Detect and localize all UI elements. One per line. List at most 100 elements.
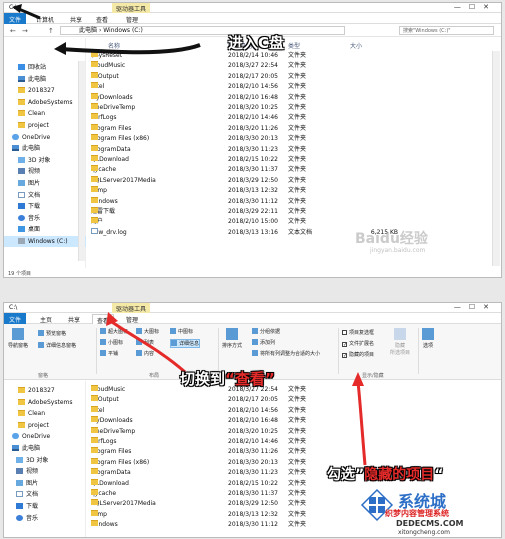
music-icon [18,214,25,221]
folder-icon [91,134,98,141]
sidebar-item[interactable]: 回收站 [4,62,86,73]
sidebar-item-label: 此电脑 [22,145,41,153]
table-row[interactable]: CloudMusic 2018/3/27 22:54 文件夹 [88,61,488,71]
table-row[interactable]: SQLServer2017Media 2018/3/29 12:50 文件夹 [88,175,488,186]
annotation-switch-text: 切换到 [180,370,226,388]
sidebar-item[interactable]: Windows (C:) [4,236,86,247]
document-icon [18,191,25,198]
folder-icon [91,92,98,99]
pc-icon [18,75,25,82]
file-date: 2018/3/30 11:37 [228,166,278,174]
sidebar-item-label: 3D 对象 [28,156,51,164]
file-date: 2018/2/15 10:22 [228,156,278,163]
table-row[interactable]: qycache 2018/3/30 11:37 文件夹 [88,165,488,175]
sidebar-item[interactable]: 视频 [4,166,86,177]
row-name-cell: Windows [91,196,118,207]
file-date: 2018/2/17 20:05 [228,72,278,80]
table-row[interactable]: Temp 2018/3/13 12:32 文件夹 [88,186,488,196]
file-type: 文本文档 [288,228,313,236]
sidebar-item-label: 桌面 [28,226,41,234]
sidebar-item-label: project [28,122,49,129]
table-row[interactable]: Program Files (x86) 2018/3/30 20:13 文件夹 [88,134,488,144]
table-row[interactable]: Intel 2018/2/10 14:56 文件夹 [88,82,488,92]
table-row[interactable]: MyDownloads 2018/2/10 16:48 文件夹 [88,92,488,103]
row-name-cell: FFOutput [91,71,119,82]
file-type: 文件夹 [288,83,307,91]
folder-icon [18,110,25,117]
sidebar-item[interactable]: 此电脑 [4,143,86,154]
file-date: 2018/3/13 12:32 [228,187,278,195]
sidebar-item[interactable]: 2018327 [4,85,86,96]
table-row[interactable]: OneDriveTemp 2018/3/20 10:25 文件夹 [88,103,488,113]
row-name-cell: Intel [91,82,104,92]
3d-objects-icon [18,156,25,163]
file-date: 2018/3/20 11:26 [228,124,278,132]
file-name: SQLServer2017Media [91,176,156,184]
sidebar-item[interactable]: AdobeSystems [4,97,86,108]
file-type: 文件夹 [288,104,307,111]
dedecms-url-watermark: DEDECMS.COM [396,519,464,528]
file-type: 文件夹 [288,72,307,80]
sidebar-item-label: 此电脑 [28,75,47,83]
file-type: 文件夹 [288,156,307,163]
file-date: 2018/3/20 10:25 [228,104,278,111]
content-scrollbar[interactable] [492,51,500,266]
row-name-cell: SQLServer2017Media [91,175,156,186]
folder-icon [91,113,98,120]
file-type: 文件夹 [288,124,307,132]
pc-icon [12,145,19,152]
sidebar-item[interactable]: project [4,120,86,131]
table-row[interactable]: 用户 2018/2/10 15:00 文件夹 [88,217,488,227]
file-type: 文件夹 [288,114,307,122]
row-name-cell: ProgramData [91,144,131,155]
table-row[interactable]: aow_drv.log 2018/3/13 13:16 文本文档 6,215 KB [88,227,488,238]
folder-icon [91,71,98,78]
table-row[interactable]: 迅雷下载 2018/3/29 22:11 文件夹 [88,207,488,217]
sidebar-item[interactable]: 下载 [4,201,86,212]
file-type: 文件夹 [288,62,307,70]
annotation-check-hidden: 勾选”隐藏的项目“ [327,464,443,484]
file-type: 文件夹 [288,135,307,143]
picture-icon [18,180,25,186]
sidebar-item-label: 图片 [28,180,41,187]
file-date: 2018/3/13 13:16 [228,228,278,236]
file-date: 2018/3/29 22:11 [228,208,278,215]
video-icon [18,168,25,175]
annotation-close-quote: “ [434,467,444,483]
sidebar-item[interactable]: 桌面 [4,224,86,235]
sidebar-scrollbar[interactable] [78,61,85,261]
onedrive-icon [12,133,19,140]
folder-icon [91,123,98,130]
row-name-cell: Program Files (x86) [91,134,149,144]
file-date: 2018/3/30 11:12 [228,197,278,205]
table-row[interactable]: ProgramData 2018/3/30 11:23 文件夹 [88,144,488,155]
sidebar-item[interactable]: 文档 [4,190,86,201]
row-name-cell: OneDriveTemp [91,103,135,113]
sidebar-item[interactable]: 3D 对象 [4,155,86,166]
sidebar-item[interactable]: 此电脑 [4,74,86,85]
navigation-pane: 回收站此电脑 2018327 AdobeSystems Clean project One… [4,38,86,268]
folder-icon [18,87,25,94]
sidebar-item[interactable]: Clean [4,108,86,119]
table-row[interactable]: FFOutput 2018/2/17 20:05 文件夹 [88,71,488,82]
table-row[interactable]: QLDownload 2018/2/15 10:22 文件夹 [88,155,488,165]
annotation-view-text: “查看” [225,370,275,388]
folder-icon [91,175,98,182]
folder-icon [91,82,98,89]
sidebar-item[interactable]: 图片 [4,178,86,189]
download-icon [18,203,25,210]
table-row[interactable]: Program Files 2018/3/20 11:26 文件夹 [88,123,488,134]
status-item-count: 19 个项目 [8,271,31,277]
file-date: 2018/3/29 12:50 [228,176,278,184]
folder-icon [91,103,98,109]
sidebar-item[interactable]: 音乐 [4,213,86,224]
table-row[interactable]: PerfLogs 2018/2/10 14:46 文件夹 [88,113,488,123]
text-file-icon [91,227,98,234]
sidebar-item[interactable]: OneDrive [4,132,86,143]
folder-icon [91,144,98,151]
desktop-icon [18,226,25,233]
folder-icon [18,122,25,128]
file-type: 文件夹 [288,218,307,226]
table-row[interactable]: Windows 2018/3/30 11:12 文件夹 [88,196,488,207]
file-date: 2018/3/30 20:13 [228,135,278,143]
